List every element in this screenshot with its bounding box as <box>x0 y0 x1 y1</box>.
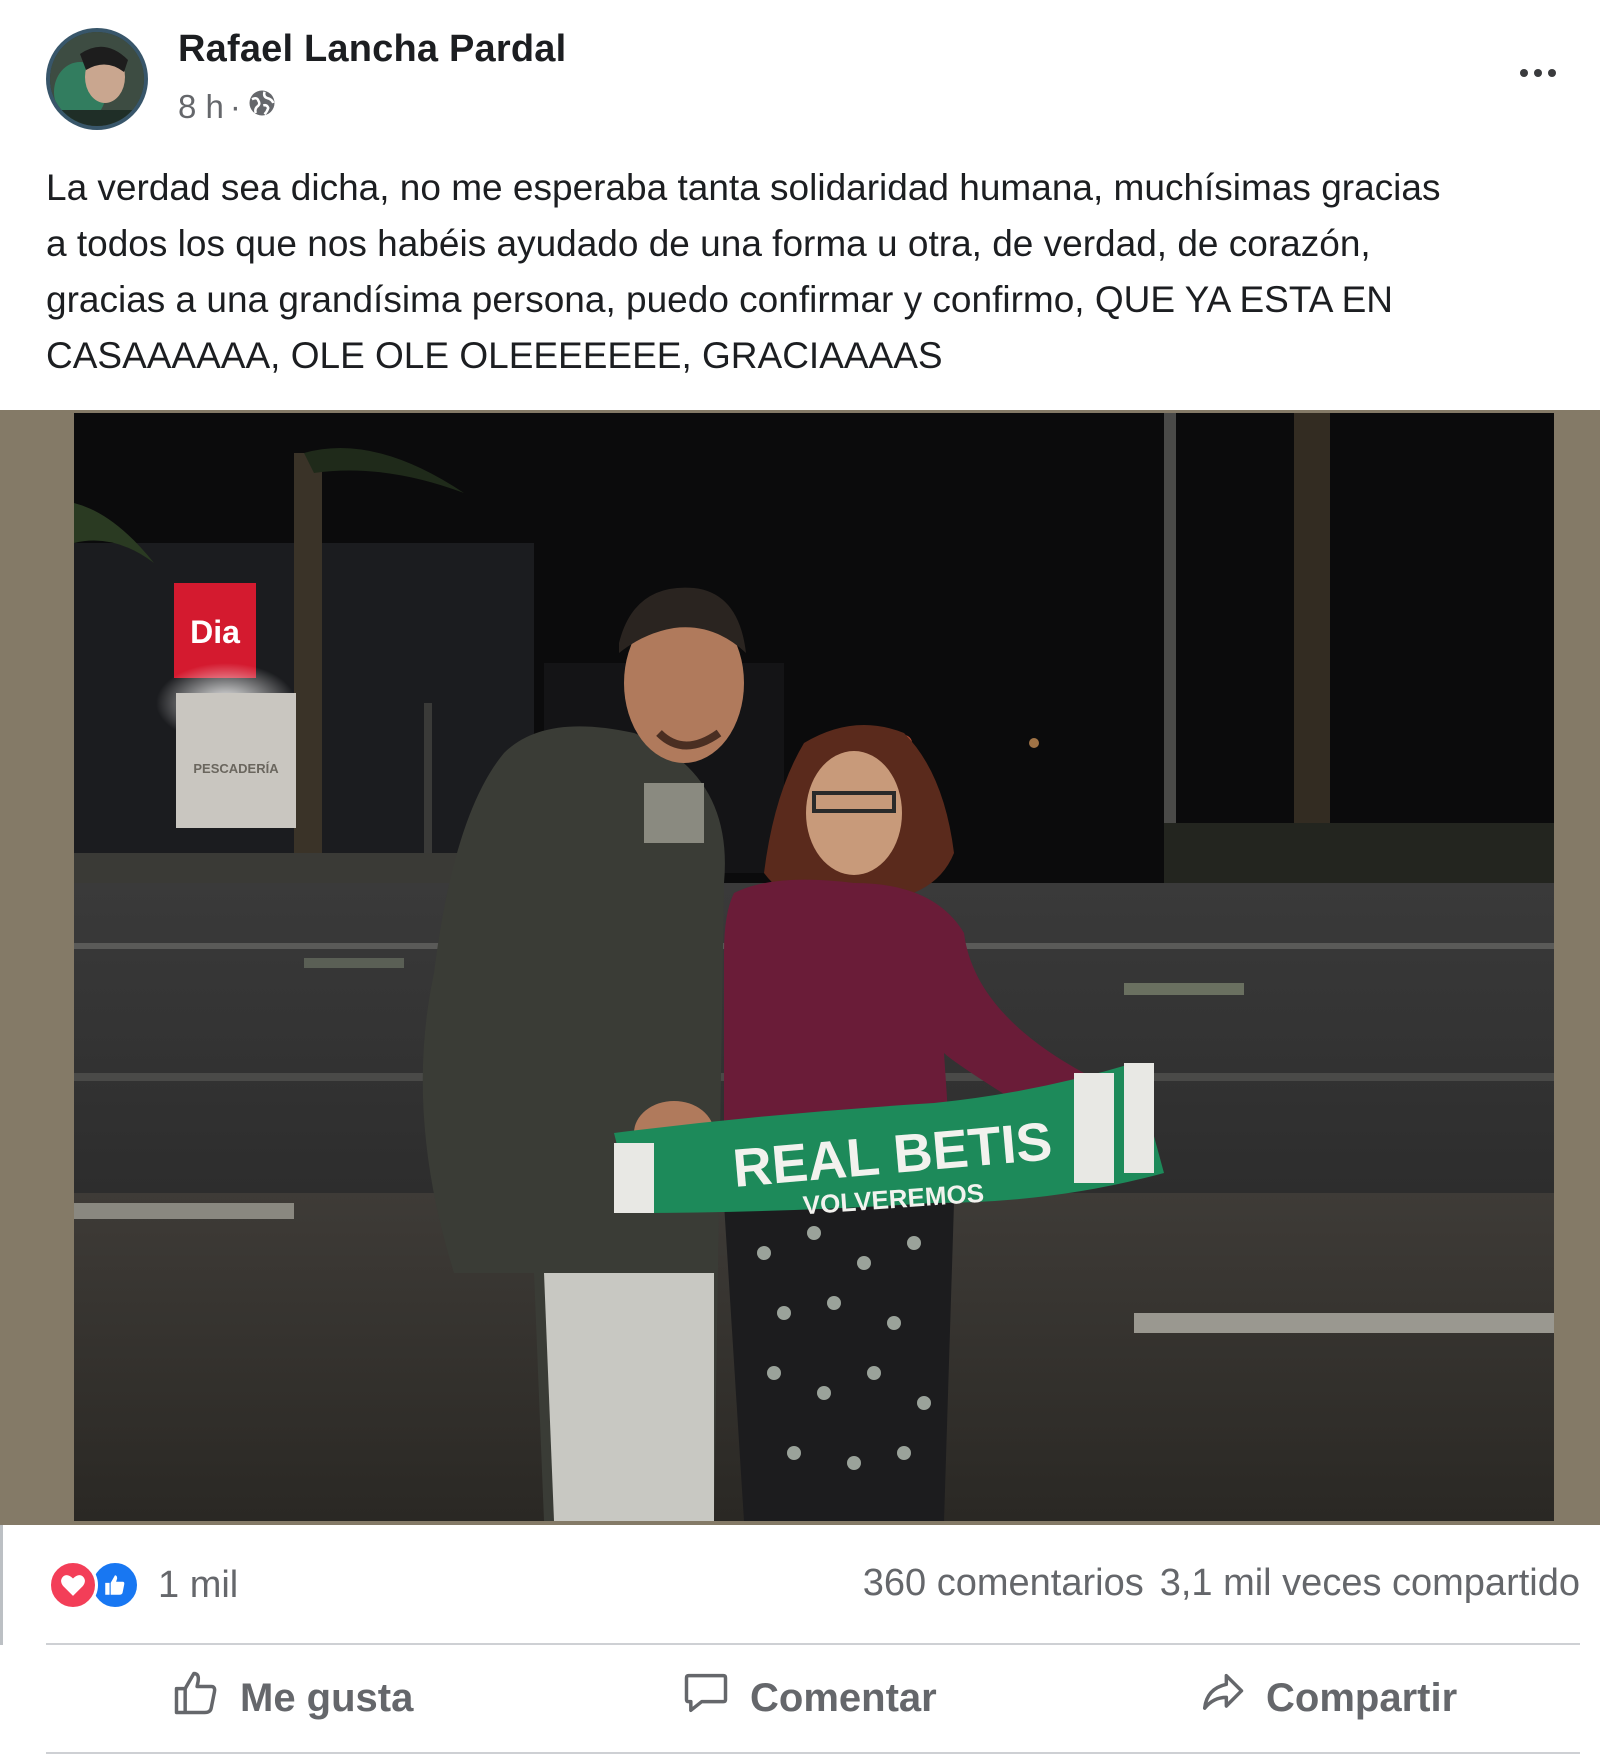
post-time[interactable]: 8 h <box>178 88 224 126</box>
author-avatar[interactable] <box>46 28 148 130</box>
post-text: La verdad sea dicha, no me esperaba tant… <box>46 167 1441 376</box>
shares-count[interactable]: 3,1 mil veces compartido <box>1160 1562 1580 1605</box>
like-label: Me gusta <box>240 1675 414 1720</box>
comment-button[interactable]: Comentar <box>680 1648 937 1748</box>
heart-reaction-icon <box>48 1560 98 1610</box>
thumbs-up-icon <box>170 1667 222 1729</box>
post-photo[interactable]: Dia PESCADERÍA REAL BETIS VOLVEREMOS <box>74 413 1554 1521</box>
engagement-stats: 360 comentarios 3,1 mil veces compartido <box>863 1562 1580 1605</box>
post-photo-container[interactable]: Dia PESCADERÍA REAL BETIS VOLVEREMOS <box>0 410 1600 1525</box>
post-header: Rafael Lancha Pardal 8 h · <box>0 0 1600 140</box>
author-name[interactable]: Rafael Lancha Pardal <box>178 28 566 71</box>
store-sub-sign: PESCADERÍA <box>193 761 279 776</box>
share-button[interactable]: Compartir <box>1196 1648 1457 1748</box>
bottom-divider <box>46 1752 1580 1754</box>
share-label: Compartir <box>1266 1675 1458 1720</box>
post-meta: 8 h · <box>178 88 277 126</box>
store-sign: Dia <box>190 614 240 650</box>
stats-divider <box>46 1643 1580 1645</box>
facebook-post: Rafael Lancha Pardal 8 h · La verdad sea… <box>0 0 1600 1759</box>
action-bar: Me gusta Comentar Compartir <box>0 1648 1600 1748</box>
like-button[interactable]: Me gusta <box>170 1648 413 1748</box>
more-options-icon[interactable] <box>1508 58 1568 88</box>
reaction-count[interactable]: 1 mil <box>158 1564 238 1607</box>
share-icon <box>1196 1667 1248 1729</box>
left-accent-bar <box>0 1525 3 1645</box>
comment-label: Comentar <box>750 1675 937 1720</box>
comment-icon <box>680 1667 732 1729</box>
globe-icon <box>247 88 277 126</box>
reactions-summary[interactable]: 1 mil <box>48 1558 238 1612</box>
comments-count[interactable]: 360 comentarios <box>863 1562 1144 1605</box>
meta-separator: · <box>229 88 241 125</box>
